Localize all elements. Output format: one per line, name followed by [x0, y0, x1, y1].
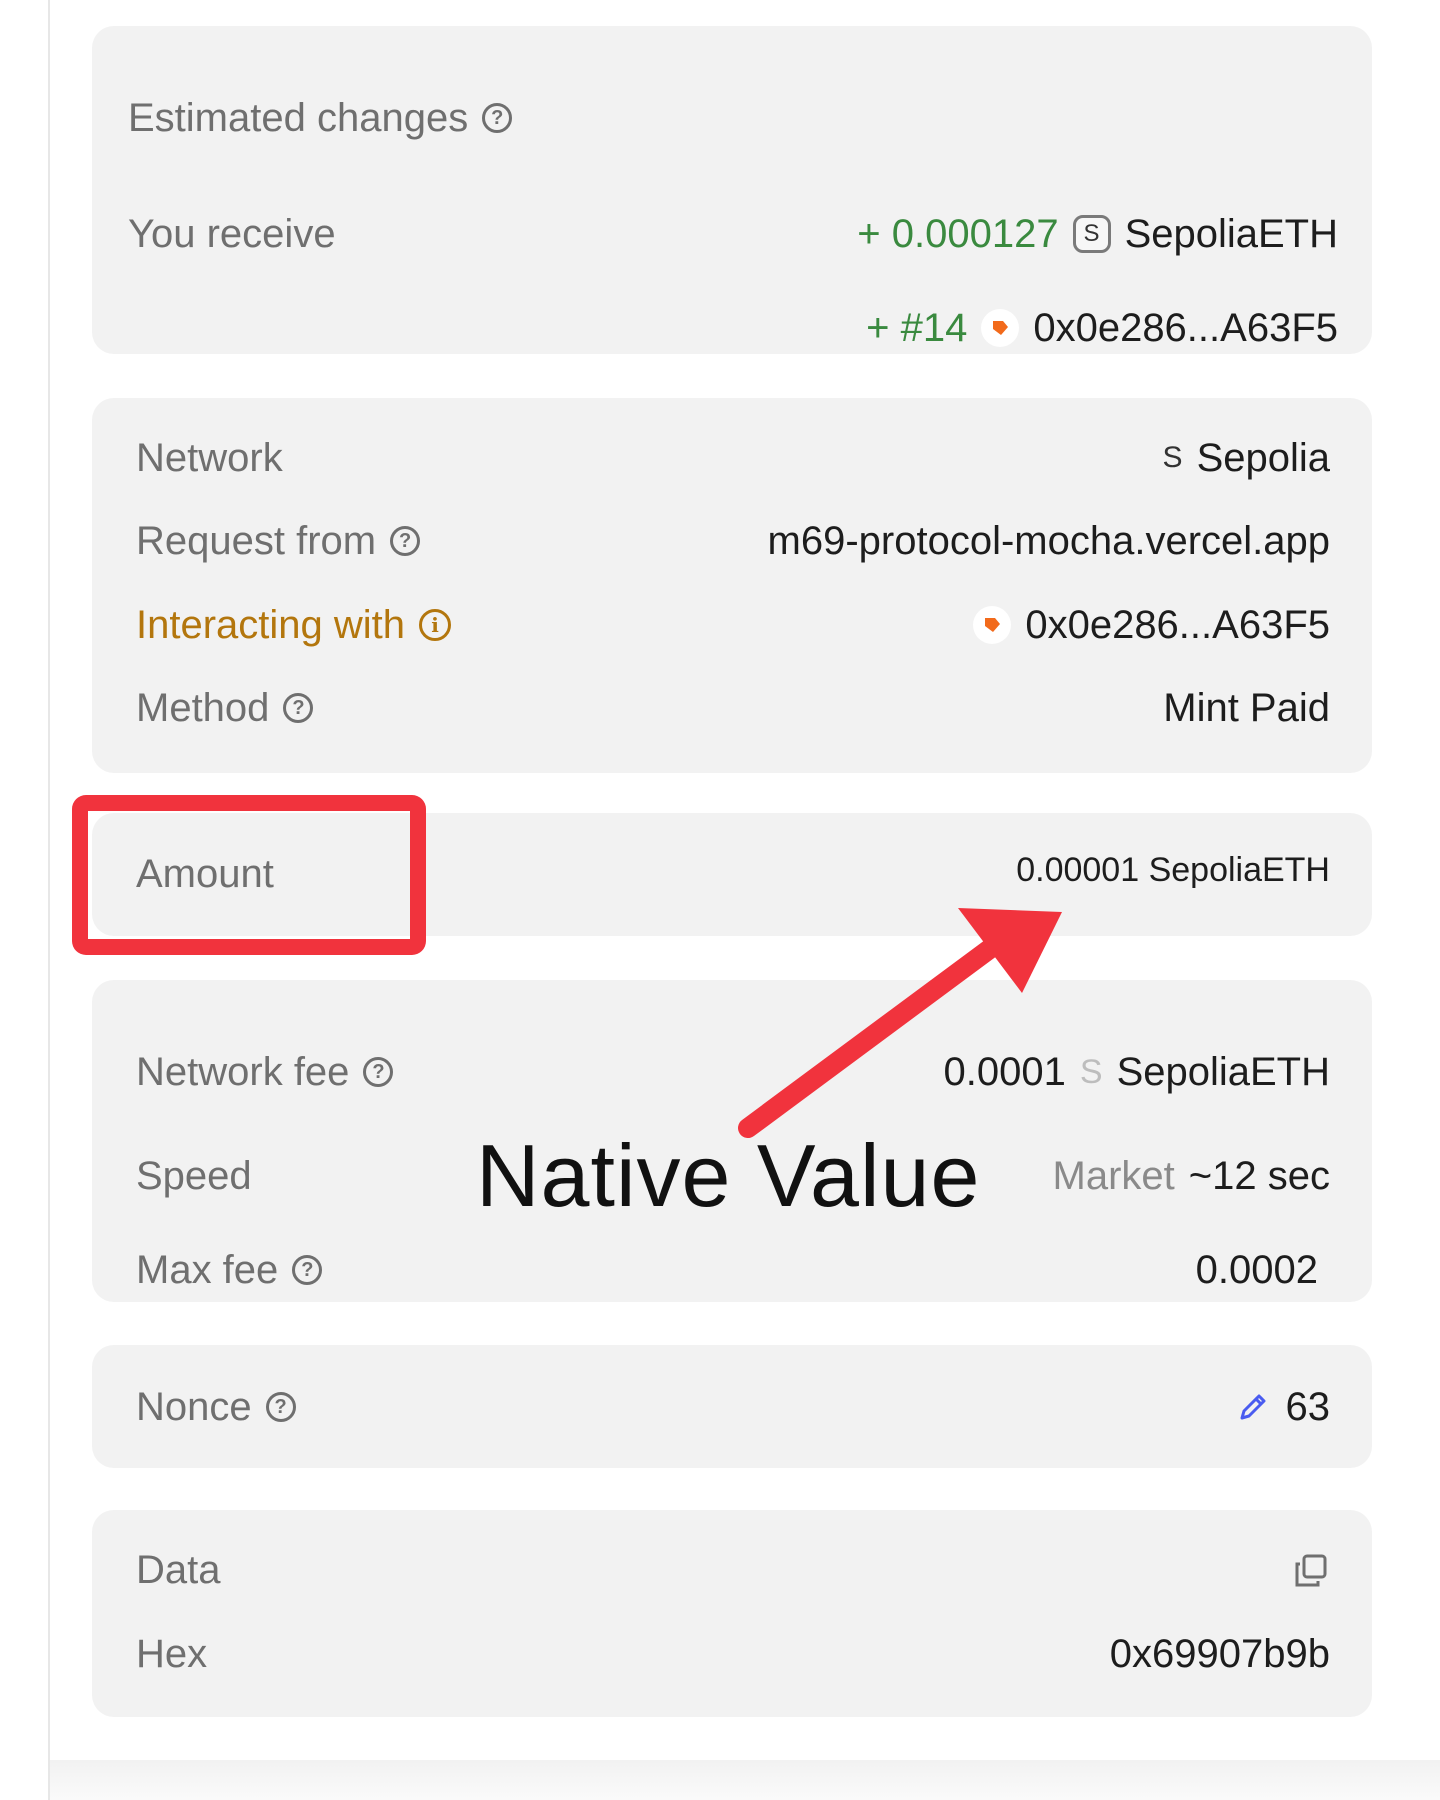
annotation-arrow [738, 908, 1062, 1138]
native-value-annotation: Native Value [476, 1126, 981, 1225]
